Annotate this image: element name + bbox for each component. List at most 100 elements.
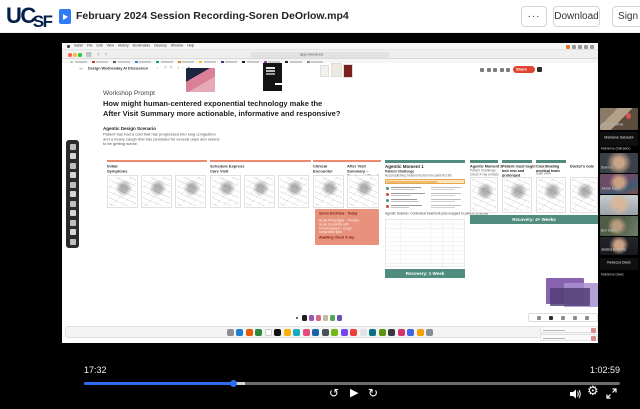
menubar-app-icon bbox=[566, 45, 570, 49]
purple-sticky-cluster bbox=[538, 278, 598, 312]
agentic1-highlight-strip bbox=[385, 179, 465, 184]
select-tool-icon bbox=[70, 144, 76, 150]
download-button[interactable]: Download bbox=[553, 6, 600, 27]
signup-button[interactable]: Sign up bbox=[612, 6, 640, 27]
scenario-text: Patient has had a cold that has progress… bbox=[103, 132, 303, 146]
participant-name: Jordan Davis bbox=[601, 187, 638, 191]
reactions-icon bbox=[500, 68, 504, 72]
participant-tile: Lee DeOrlow bbox=[600, 195, 638, 215]
app-icon bbox=[309, 315, 315, 321]
video-player-stage[interactable]: Safari File Edit View History Bookmarks … bbox=[0, 33, 640, 409]
zoom-out-icon bbox=[537, 316, 541, 320]
app-icon bbox=[337, 315, 343, 321]
fit-screen-icon bbox=[573, 316, 577, 320]
file-title: February 2024 Session Recording-Soren De… bbox=[76, 10, 349, 22]
app-icon bbox=[330, 315, 336, 321]
ucsf-logo[interactable]: UCSF bbox=[6, 3, 52, 32]
scenario-title: Agentic Design Scenario bbox=[103, 126, 253, 131]
browser-nav-icons: ▤ ‹ › bbox=[86, 51, 109, 58]
recovery-1-week-banner: Recovery: 1 Week bbox=[385, 269, 465, 278]
settings-button[interactable]: ⚙ bbox=[587, 385, 599, 399]
participant-name: Marianne (Salvador) bbox=[601, 147, 639, 151]
connector-tool-icon bbox=[70, 182, 76, 188]
minimap-icon bbox=[585, 316, 589, 320]
thumbnail-icon bbox=[591, 336, 596, 341]
back-arrow-icon: ← bbox=[78, 65, 85, 72]
minimize-window-icon bbox=[73, 53, 77, 57]
forward-button[interactable]: ↻ bbox=[368, 386, 378, 400]
invite-icon bbox=[506, 68, 510, 72]
menubar-items: Safari File Edit View History Bookmarks … bbox=[74, 44, 194, 48]
workshop-question: How might human-centered exponential tec… bbox=[103, 99, 340, 119]
zoom-window-icon bbox=[78, 53, 82, 57]
app-icon bbox=[316, 315, 322, 321]
section-bar-bedrest bbox=[502, 160, 532, 163]
table-tool-icon bbox=[70, 220, 76, 226]
facilitation-toolbar bbox=[296, 315, 342, 321]
text-tool-icon bbox=[70, 163, 76, 169]
shapes-tool-icon bbox=[70, 172, 76, 178]
storyboard-sketch bbox=[502, 177, 532, 213]
board-zoom-controls bbox=[528, 313, 598, 322]
rewind-button[interactable]: ↺ bbox=[329, 386, 339, 400]
visit-note-card: Soren DeOrlow · Today Acute Pharyngitis … bbox=[315, 209, 379, 245]
recovery-4-weeks-banner: Recovery: 4+ Weeks bbox=[470, 215, 598, 224]
participant-tile: Soren D bbox=[600, 153, 638, 173]
participant-tile: Jessica DeMonte bbox=[600, 237, 638, 255]
mural-toolbar-right: Share bbox=[480, 66, 542, 73]
mural-board-canvas: ← Design Wednesday AI Discussion ⌄ ↺ ↻ ⤓… bbox=[62, 63, 598, 343]
workshop-prompt-label: Workshop Prompt bbox=[103, 90, 155, 97]
participant-tile: Soren DeOrlow bbox=[600, 108, 638, 130]
column-sub-coordinating: team work bbox=[536, 172, 571, 176]
agentic2-title: Agentic Moment 2 bbox=[470, 164, 505, 169]
progress-fill bbox=[84, 382, 233, 385]
participant-tile: Jordan Davis bbox=[600, 174, 638, 194]
storyboard-sketch bbox=[347, 175, 379, 208]
notification-row bbox=[540, 334, 598, 341]
draw-tool-icon bbox=[70, 191, 76, 197]
timer-icon bbox=[487, 68, 491, 72]
address-url: app.mural.co bbox=[300, 52, 440, 57]
progress-handle[interactable] bbox=[230, 380, 237, 387]
board-image-poster bbox=[263, 63, 282, 91]
box-file-preview: UCSF February 2024 Session Recording-Sor… bbox=[0, 0, 640, 409]
share-button: Share bbox=[513, 66, 535, 73]
agentic1-schedule-table bbox=[385, 219, 465, 267]
progress-bar[interactable] bbox=[84, 382, 620, 385]
zoom-level-indicator bbox=[549, 316, 553, 320]
upload-tool-icon bbox=[70, 239, 76, 245]
app-icon bbox=[302, 315, 308, 321]
fullscreen-icon bbox=[606, 388, 617, 399]
board-tool-sidebar bbox=[66, 140, 79, 248]
board-image-cluster bbox=[320, 63, 354, 89]
storyboard-sketch bbox=[107, 175, 138, 208]
video-file-icon bbox=[59, 9, 71, 24]
spotlight-icon bbox=[584, 45, 588, 49]
address-bar: app.mural.co bbox=[250, 52, 390, 58]
shared-screen-frame: Safari File Edit View History Bookmarks … bbox=[62, 43, 598, 343]
participant-name: Soren DeOrlow bbox=[601, 123, 638, 127]
more-options-button[interactable]: ··· bbox=[521, 6, 547, 27]
section-divider bbox=[107, 160, 207, 162]
menubar-status-icons bbox=[566, 45, 594, 49]
mac-menubar: Safari File Edit View History Bookmarks … bbox=[62, 43, 598, 50]
board-title: Design Wednesday AI Discussion bbox=[88, 66, 148, 71]
fullscreen-button[interactable] bbox=[606, 388, 617, 402]
logo-sf: SF bbox=[33, 12, 52, 31]
storyboard-sketch bbox=[470, 177, 498, 213]
zoom-participant-strip: Soren DeOrlow Marianne Salvador Marianne… bbox=[600, 33, 638, 409]
volume-button[interactable] bbox=[570, 388, 582, 402]
play-button[interactable]: ▶ bbox=[350, 386, 358, 400]
preview-header: UCSF February 2024 Session Recording-Sor… bbox=[0, 0, 640, 33]
wifi-icon bbox=[572, 45, 576, 49]
notification-row bbox=[540, 326, 598, 333]
section-divider bbox=[313, 160, 381, 162]
mac-dock bbox=[65, 326, 595, 338]
note-body: Acute Pharyngitis – Primary Acute bronch… bbox=[319, 219, 383, 235]
control-center-icon bbox=[590, 45, 594, 49]
menu-dot-icon bbox=[296, 317, 298, 319]
speaker-icon bbox=[570, 389, 582, 399]
participant-name-tile: Marianne Salvador bbox=[600, 132, 638, 146]
comment-icon bbox=[493, 68, 497, 72]
participant-tile: Ben Snyder bbox=[600, 216, 638, 236]
